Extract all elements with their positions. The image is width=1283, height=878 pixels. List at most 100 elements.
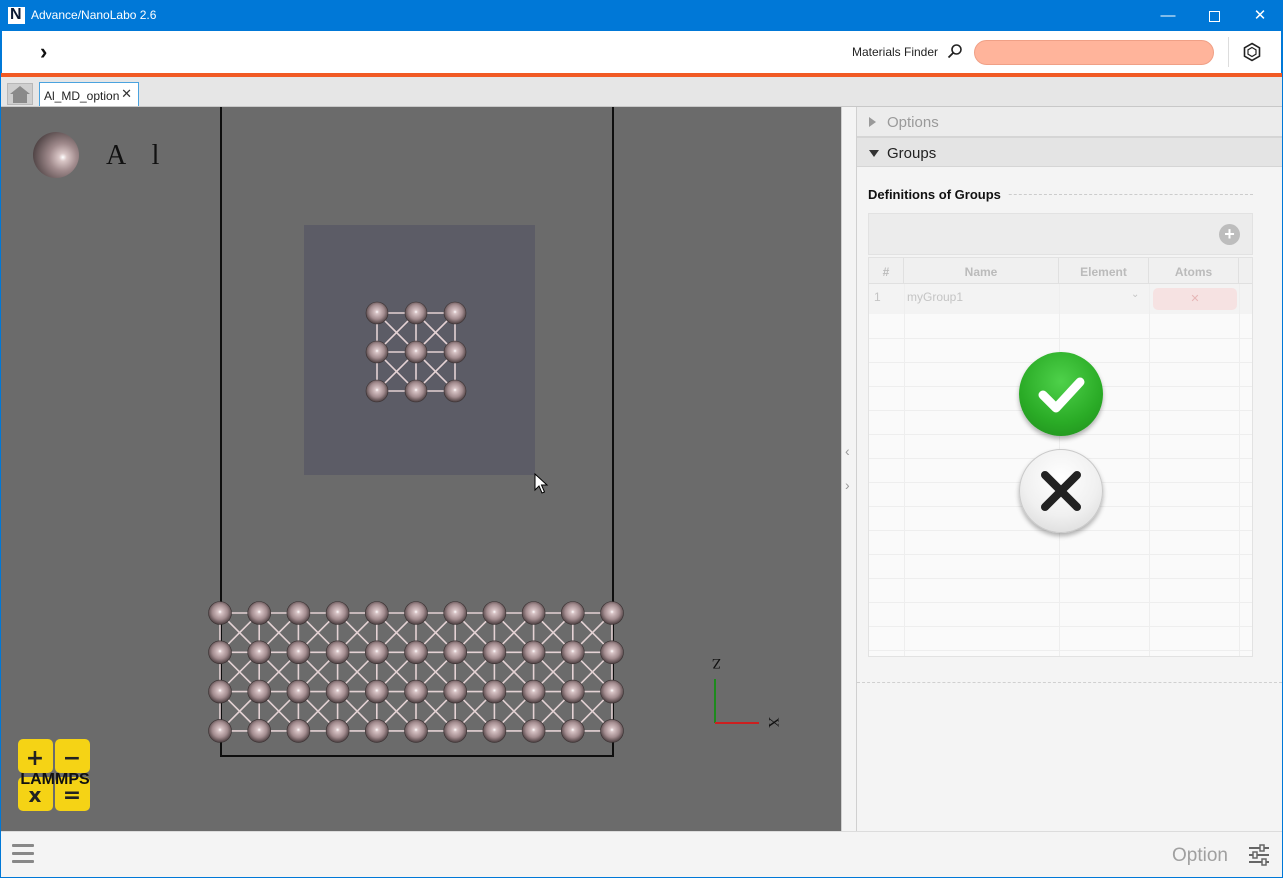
atom bbox=[482, 679, 507, 704]
search-icon[interactable] bbox=[947, 43, 963, 59]
atom bbox=[365, 379, 389, 403]
sliders-icon[interactable] bbox=[1248, 844, 1270, 866]
atom bbox=[443, 301, 467, 325]
atom bbox=[443, 679, 468, 704]
atom bbox=[560, 719, 585, 743]
materials-finder-input[interactable] bbox=[974, 40, 1214, 65]
tab-al-md-option[interactable]: Al_MD_option ✕ bbox=[39, 82, 139, 106]
atom bbox=[443, 719, 468, 743]
column-header-filler bbox=[1239, 258, 1252, 284]
grid-line bbox=[869, 626, 1252, 627]
atom bbox=[208, 640, 232, 665]
atom bbox=[521, 679, 546, 704]
axes-indicator: Z X bbox=[712, 655, 781, 728]
home-tab[interactable] bbox=[7, 83, 33, 105]
atom bbox=[600, 601, 624, 625]
column-header-name[interactable]: Name bbox=[904, 258, 1059, 284]
lammps-minus: − bbox=[63, 746, 81, 771]
atom bbox=[325, 679, 350, 704]
column-header-atoms[interactable]: Atoms bbox=[1149, 258, 1239, 284]
grid-line bbox=[869, 338, 1252, 339]
hamburger-menu-icon[interactable] bbox=[12, 844, 34, 864]
bonds-group bbox=[219, 312, 613, 732]
atom bbox=[286, 719, 311, 743]
add-group-button[interactable]: + bbox=[1219, 224, 1240, 245]
hexagon-icon[interactable] bbox=[1242, 42, 1262, 62]
structure-viewer[interactable]: A l Z X + − x = LAMMPS bbox=[1, 107, 841, 831]
atom bbox=[404, 719, 428, 743]
collapsed-arrow-icon bbox=[869, 117, 876, 127]
materials-finder-label: Materials Finder bbox=[852, 45, 939, 59]
atom bbox=[560, 601, 585, 625]
atom bbox=[208, 601, 232, 625]
status-bar: Option bbox=[1, 831, 1282, 877]
atom bbox=[286, 640, 311, 665]
groups-header-label: Groups bbox=[887, 145, 937, 162]
atom bbox=[482, 719, 507, 743]
atom bbox=[600, 679, 624, 704]
close-icon bbox=[1041, 471, 1081, 511]
lammps-plus: + bbox=[26, 746, 44, 771]
app-logo-icon bbox=[8, 6, 25, 24]
atom bbox=[325, 719, 350, 743]
row-element-dropdown[interactable]: ⌄ bbox=[1131, 289, 1139, 300]
expand-menu-button[interactable]: › bbox=[40, 39, 47, 65]
row-atoms-button[interactable]: ✕ bbox=[1153, 288, 1237, 310]
atom bbox=[404, 340, 428, 364]
settings-panel: Options Groups Definitions of Groups + #… bbox=[857, 107, 1282, 831]
atom bbox=[364, 719, 389, 743]
table-row[interactable]: 1 myGroup1 ⌄ ✕ bbox=[869, 284, 1252, 314]
row-number: 1 bbox=[874, 290, 881, 304]
grid-line bbox=[869, 578, 1252, 579]
atom bbox=[364, 679, 389, 704]
toolbar-divider bbox=[1228, 37, 1229, 67]
tab-bar: Al_MD_option ✕ bbox=[1, 77, 1282, 107]
confirm-button[interactable] bbox=[1019, 352, 1103, 436]
main-toolbar: › Materials Finder bbox=[1, 31, 1282, 73]
column-header-element[interactable]: Element bbox=[1059, 258, 1149, 284]
x-axis-label: X bbox=[765, 717, 781, 728]
atom bbox=[247, 640, 272, 665]
expanded-arrow-icon bbox=[869, 150, 879, 157]
options-header-label: Options bbox=[887, 114, 939, 131]
close-button[interactable]: ✕ bbox=[1237, 0, 1283, 31]
options-accordion-header[interactable]: Options bbox=[857, 107, 1282, 137]
tab-label: Al_MD_option bbox=[44, 89, 120, 103]
lammps-text: LAMMPS bbox=[20, 771, 90, 788]
minimize-button[interactable]: — bbox=[1145, 0, 1191, 31]
lammps-logo: + − x = LAMMPS bbox=[18, 739, 90, 811]
maximize-button[interactable] bbox=[1191, 0, 1237, 31]
check-icon bbox=[1038, 377, 1085, 413]
atom bbox=[443, 640, 468, 665]
row-group-name[interactable]: myGroup1 bbox=[907, 290, 963, 304]
atom bbox=[208, 679, 232, 704]
groups-toolbar: + bbox=[868, 213, 1253, 255]
collapse-right-icon[interactable]: › bbox=[845, 477, 850, 493]
groups-accordion-header[interactable]: Groups bbox=[857, 137, 1282, 167]
column-header-num[interactable]: # bbox=[869, 258, 904, 284]
atom bbox=[365, 340, 389, 364]
grid-line bbox=[869, 602, 1252, 603]
groups-section-title: Definitions of Groups bbox=[868, 187, 1007, 202]
atom bbox=[443, 601, 468, 625]
section-divider bbox=[857, 682, 1282, 683]
cancel-button[interactable] bbox=[1019, 449, 1103, 533]
atom bbox=[404, 601, 428, 625]
atom bbox=[521, 719, 546, 743]
atom bbox=[600, 640, 624, 665]
atom bbox=[364, 640, 389, 665]
z-axis-label: Z bbox=[712, 655, 721, 671]
panel-splitter[interactable]: ‹ › bbox=[841, 107, 857, 831]
option-label[interactable]: Option bbox=[1172, 845, 1228, 867]
tab-close-icon[interactable]: ✕ bbox=[121, 86, 132, 102]
atom bbox=[247, 679, 272, 704]
atom bbox=[364, 601, 389, 625]
collapse-left-icon[interactable]: ‹ bbox=[845, 443, 850, 459]
atom bbox=[600, 719, 624, 743]
atom bbox=[560, 679, 585, 704]
atom bbox=[325, 601, 350, 625]
atom bbox=[521, 601, 546, 625]
atom bbox=[404, 640, 428, 665]
atom bbox=[482, 640, 507, 665]
atom bbox=[482, 601, 507, 625]
